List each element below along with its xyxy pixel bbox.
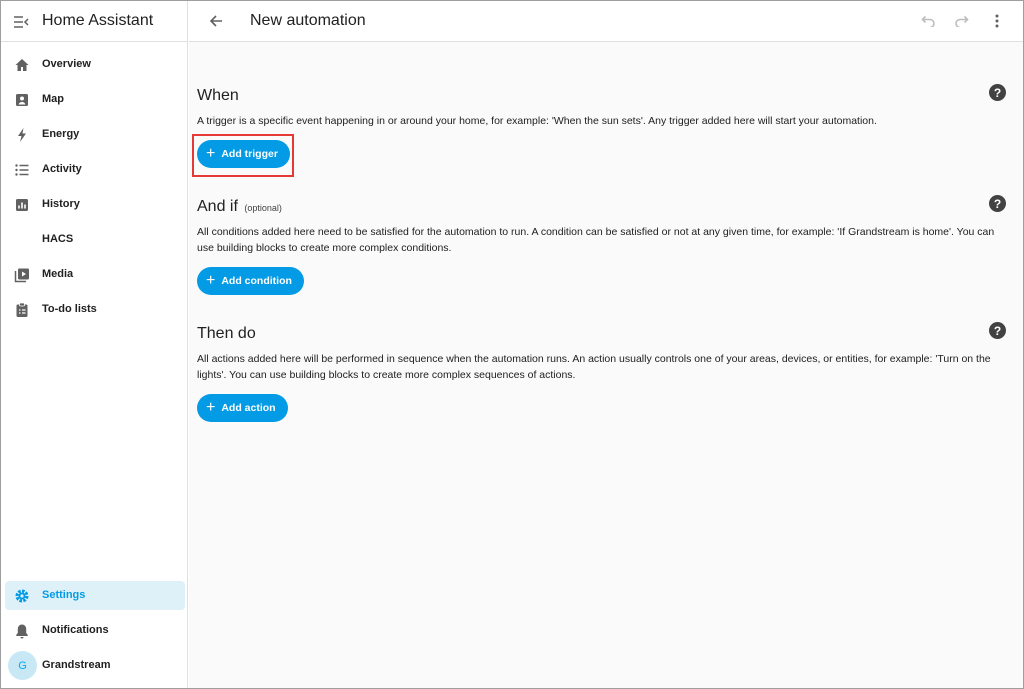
add-action-button[interactable]: + Add action [197, 394, 288, 422]
sidebar-item-label: History [42, 198, 80, 210]
map-icon [13, 91, 31, 109]
clipboard-list-icon [13, 301, 31, 319]
sidebar-item-settings[interactable]: Settings [5, 581, 185, 610]
plus-icon: + [206, 145, 216, 162]
add-condition-button[interactable]: + Add condition [197, 267, 304, 295]
sidebar: Home Assistant Overview Map Energy Activ… [1, 1, 188, 688]
sidebar-item-hacs[interactable]: HACS [5, 225, 185, 254]
sidebar-item-label: Map [42, 93, 64, 105]
chart-box-icon [13, 196, 31, 214]
back-arrow-icon[interactable] [206, 11, 226, 31]
sidebar-item-todo-lists[interactable]: To-do lists [5, 295, 185, 324]
help-icon[interactable]: ? [989, 322, 1006, 339]
help-icon[interactable]: ? [989, 84, 1006, 101]
plus-icon: + [206, 399, 216, 416]
sidebar-item-label: Overview [42, 58, 91, 70]
app-title: Home Assistant [42, 12, 154, 29]
automation-editor: When ? A trigger is a specific event hap… [189, 42, 1023, 688]
add-trigger-button[interactable]: + Add trigger [197, 140, 290, 168]
play-box-multiple-icon [13, 266, 31, 284]
sidebar-item-energy[interactable]: Energy [5, 120, 185, 149]
optional-label: (optional) [244, 203, 282, 213]
format-list-icon [13, 161, 31, 179]
undo-icon[interactable] [918, 11, 938, 31]
sidebar-item-notifications[interactable]: Notifications [5, 616, 185, 645]
section-title-then-do: Then do [197, 325, 256, 342]
sidebar-item-label: Notifications [42, 624, 109, 636]
gear-icon [13, 587, 31, 605]
sidebar-item-label: Settings [42, 589, 86, 601]
page-title: New automation [250, 12, 366, 29]
redo-icon[interactable] [952, 11, 972, 31]
and-if-title: And if [197, 198, 238, 215]
top-bar: New automation [189, 1, 1023, 42]
bell-icon [13, 622, 31, 640]
sidebar-item-map[interactable]: Map [5, 85, 185, 114]
section-description-when: A trigger is a specific event happening … [197, 115, 877, 127]
section-title-when: When [197, 87, 239, 104]
plus-icon: + [206, 272, 216, 289]
sidebar-item-history[interactable]: History [5, 190, 185, 219]
sidebar-item-label: Grandstream [42, 659, 111, 671]
add-condition-label: Add condition [221, 275, 292, 287]
section-description-and-if: All conditions added here need to be sat… [197, 226, 995, 254]
sidebar-item-label: Energy [42, 128, 80, 140]
section-description-then-do: All actions added here will be performed… [197, 353, 991, 381]
add-action-label: Add action [221, 402, 276, 414]
help-icon[interactable]: ? [989, 195, 1006, 212]
lightning-bolt-icon [13, 126, 31, 144]
menu-collapse-icon[interactable] [11, 12, 31, 32]
section-title-and-if: And if (optional) [197, 198, 282, 216]
sidebar-item-label: HACS [42, 233, 74, 245]
sidebar-header: Home Assistant [1, 1, 187, 42]
home-icon [13, 56, 31, 74]
more-vertical-icon[interactable] [987, 11, 1007, 31]
sidebar-item-label: Media [42, 268, 74, 280]
sidebar-item-label: To-do lists [42, 303, 97, 315]
sidebar-item-overview[interactable]: Overview [5, 50, 185, 79]
app-window: Home Assistant Overview Map Energy Activ… [0, 0, 1024, 689]
sidebar-item-media[interactable]: Media [5, 260, 185, 289]
avatar[interactable]: G [8, 651, 37, 680]
add-trigger-label: Add trigger [221, 148, 278, 160]
sidebar-item-activity[interactable]: Activity [5, 155, 185, 184]
sidebar-item-label: Activity [42, 163, 82, 175]
